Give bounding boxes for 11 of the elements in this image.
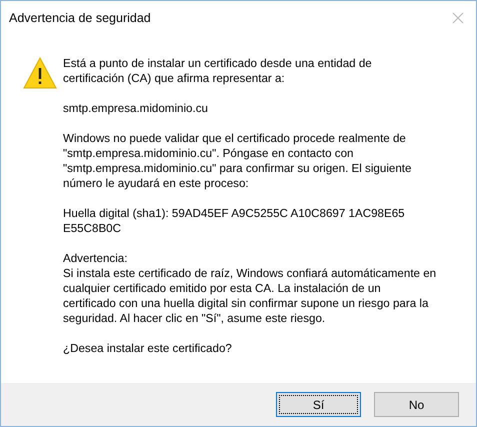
message-paragraph: Huella digital (sha1): 59AD45EF A9C5255C A10C8697 1AC98E65 E55C8B0C <box>63 206 406 236</box>
window-title: Advertencia de seguridad <box>9 11 151 25</box>
warning-icon <box>23 57 57 89</box>
message-paragraph: Windows no puede validar que el certificado procede realmente de "smtp.empresa.midominio.cu". Póngase en contacto con "smtp.empresa.midominio.cu" para confirmar su origen. El siguiente número le ayudará en este proceso: <box>63 131 412 191</box>
message-paragraph: Advertencia: Si instala este certificado de raíz, Windows confiará automáticamente en cualquier certificado emitido por esta CA. La instalación de un certificado con una huella digital sin confirmar supone un riesgo para la seguridad. Al hacer clic en "Sí", asume este riesgo. <box>63 251 436 326</box>
close-icon[interactable] <box>452 12 464 24</box>
message-paragraph: ¿Desea instalar este certificado? <box>63 341 233 356</box>
dialog-button[interactable]: No <box>374 392 459 417</box>
message-paragraph: Está a punto de instalar un certificado desde una entidad de certificación (CA) que afirma representar a: <box>63 56 373 86</box>
message-paragraph: smtp.empresa.midominio.cu <box>63 101 209 116</box>
dialog-button[interactable]: Sí <box>276 392 361 417</box>
